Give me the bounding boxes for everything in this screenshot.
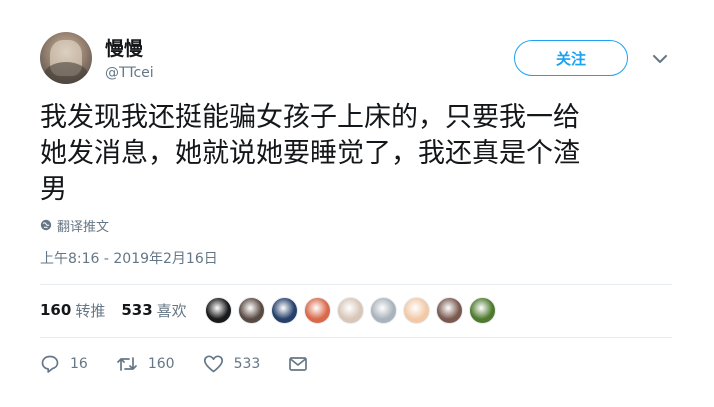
follow-button[interactable]: 关注 (514, 40, 628, 76)
liker-avatars (205, 297, 496, 324)
mail-icon (289, 357, 308, 371)
heart-icon (203, 355, 223, 373)
likes-label[interactable]: 喜欢 (157, 300, 187, 321)
caret-down-icon[interactable] (651, 50, 669, 68)
user-handle[interactable]: @TTcei (105, 64, 154, 82)
liker-avatar[interactable] (403, 297, 430, 324)
engagement-stats: 160 转推 533 喜欢 (40, 300, 203, 320)
action-bar: 16 160 533 (40, 352, 346, 376)
display-name[interactable]: 慢慢 (105, 37, 143, 61)
liker-avatar[interactable] (238, 297, 265, 324)
likes-count[interactable]: 533 (121, 301, 152, 319)
tweet-text: 我发现我还挺能骗女孩子上床的，只要我一给 她发消息，她就说她要睡觉了，我还真是个… (40, 102, 580, 205)
avatar[interactable] (40, 32, 92, 84)
reply-count: 16 (70, 356, 88, 372)
liker-avatar[interactable] (469, 297, 496, 324)
liker-avatar[interactable] (304, 297, 331, 324)
retweet-icon (116, 357, 137, 371)
divider-top (40, 284, 672, 285)
liker-avatar[interactable] (337, 297, 364, 324)
reply-button[interactable]: 16 (40, 354, 88, 374)
like-count: 533 (233, 356, 261, 372)
divider-bottom (40, 337, 672, 338)
retweets-label[interactable]: 转推 (75, 300, 105, 321)
message-button[interactable] (288, 355, 318, 373)
translate-link[interactable]: 翻译推文 (40, 216, 110, 235)
globe-icon (40, 219, 52, 231)
like-button[interactable]: 533 (203, 354, 261, 374)
translate-label: 翻译推文 (57, 219, 110, 235)
tweet-card: 慢慢 @TTcei 关注 我发现我还挺能骗女孩子上床的，只要我一给 她发消息，她… (0, 0, 714, 407)
liker-avatar[interactable] (271, 297, 298, 324)
retweet-button[interactable]: 160 (116, 354, 175, 374)
timestamp[interactable]: 上午8:16 - 2019年2月16日 (40, 250, 218, 268)
retweets-count[interactable]: 160 (40, 301, 71, 319)
liker-avatar[interactable] (205, 297, 232, 324)
avatar-shadow (44, 62, 88, 84)
reply-icon (41, 355, 59, 373)
retweet-count: 160 (147, 356, 175, 372)
liker-avatar[interactable] (370, 297, 397, 324)
liker-avatar[interactable] (436, 297, 463, 324)
